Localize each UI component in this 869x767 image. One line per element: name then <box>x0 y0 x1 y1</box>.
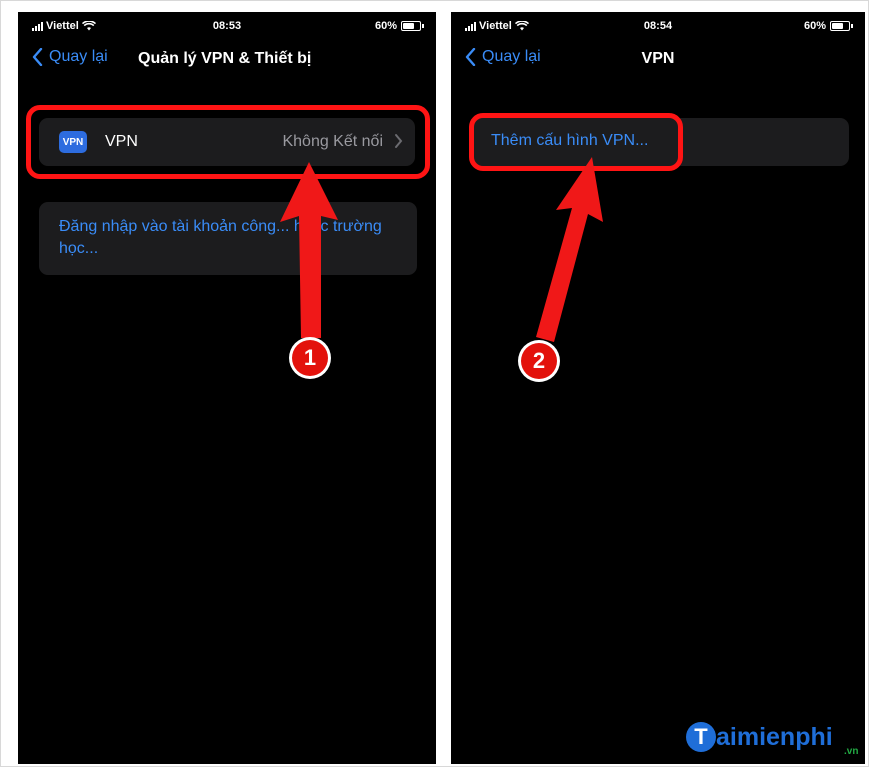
navigation-bar: Quay lại VPN <box>451 48 865 74</box>
callout-number-1: 1 <box>303 345 317 370</box>
battery-icon <box>830 21 850 31</box>
logo-text: aimienphi <box>716 722 833 751</box>
status-bar: Viettel 08:53 60% <box>18 18 436 36</box>
chevron-left-icon <box>32 48 43 66</box>
battery-indicator: 60% <box>375 20 424 32</box>
logo-suffix: .vn <box>844 746 859 757</box>
taimienphi-logo: T aimienphi .vn <box>686 722 858 757</box>
page-title: Quản lý VPN & Thiết bị <box>138 50 312 67</box>
chevron-right-icon <box>395 134 403 148</box>
phone-screen-vpn: Viettel 08:54 60% Quay lại VPN Thêm cấu … <box>451 12 865 764</box>
back-label: Quay lại <box>49 48 108 65</box>
navigation-bar: Quay lại Quản lý VPN & Thiết bị <box>18 48 436 74</box>
status-time: 08:54 <box>643 20 673 32</box>
battery-indicator: 60% <box>804 20 853 32</box>
status-time: 08:53 <box>212 20 242 32</box>
vpn-status-value: Không Kết nối <box>282 133 383 150</box>
battery-percent: 60% <box>374 20 397 32</box>
battery-percent: 60% <box>803 20 826 32</box>
logo-t-icon: T <box>686 722 716 752</box>
vpn-row-label: VPN <box>105 133 138 150</box>
sign-in-work-school-row[interactable]: Đăng nhập vào tài khoản công... hoặc trư… <box>39 202 417 275</box>
back-button[interactable]: Quay lại <box>32 48 108 66</box>
battery-icon <box>401 21 421 31</box>
page-title: VPN <box>641 50 675 67</box>
status-bar: Viettel 08:54 60% <box>451 18 865 36</box>
callout-number-2: 2 <box>532 348 546 373</box>
phone-screen-vpn-device-management: Viettel 08:53 60% Quay lại Quản lý VPN &… <box>18 12 436 764</box>
vpn-row[interactable]: VPN VPN Không Kết nối <box>39 118 415 166</box>
sign-in-work-school-label: Đăng nhập vào tài khoản công... hoặc trư… <box>59 218 382 257</box>
add-vpn-configuration-label: Thêm cấu hình VPN... <box>491 132 649 149</box>
add-vpn-configuration-row[interactable]: Thêm cấu hình VPN... <box>469 118 849 166</box>
vpn-icon: VPN <box>59 131 87 153</box>
